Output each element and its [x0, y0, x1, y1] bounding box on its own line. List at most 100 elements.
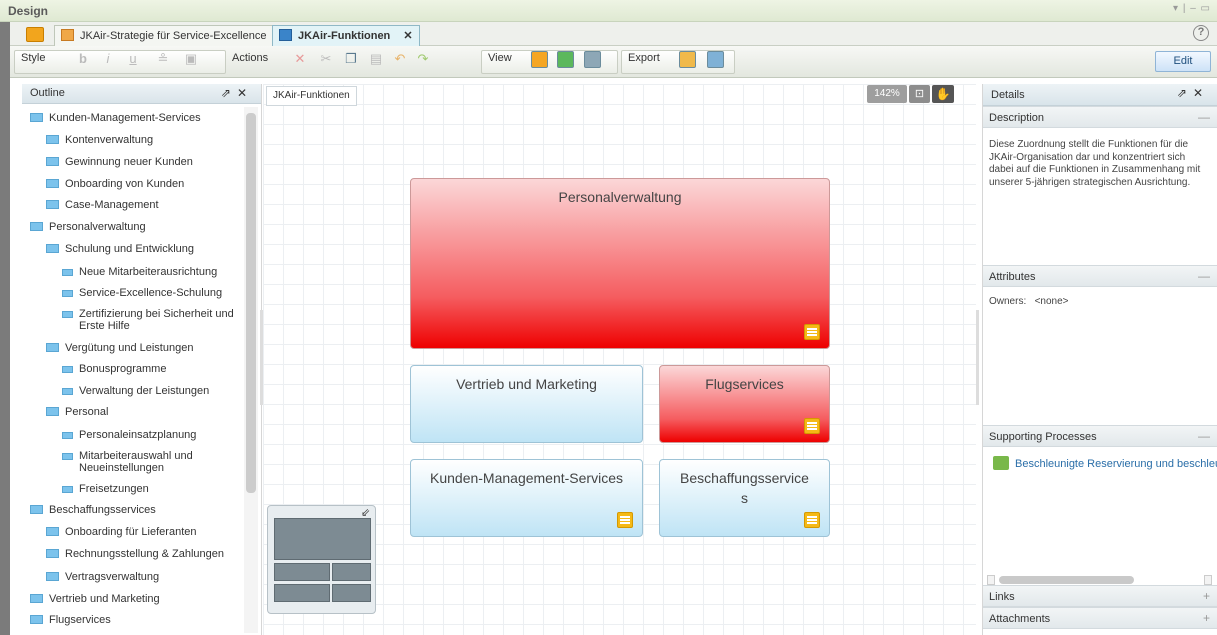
outline-scrollbar-thumb[interactable] — [246, 113, 256, 493]
box-label-wrap: s — [741, 490, 748, 506]
outline-item[interactable]: Case-Management — [46, 199, 159, 211]
close-icon[interactable]: ✕ — [237, 86, 253, 100]
outline-item[interactable]: Personal — [46, 406, 108, 418]
actions-label: Actions — [232, 52, 269, 64]
folder-icon[interactable] — [26, 27, 44, 42]
help-icon[interactable]: ? — [1193, 25, 1209, 41]
attributes-section-header[interactable]: Attributes — — [983, 265, 1217, 287]
box-beschaffungsservices[interactable]: Beschaffungsservice s — [659, 459, 830, 537]
align-icon[interactable]: ≗ — [155, 51, 171, 67]
expand-icon[interactable]: + — [1203, 589, 1210, 603]
outline-item[interactable]: Vertragsverwaltung — [46, 571, 159, 583]
redo-icon[interactable]: ↷ — [415, 51, 431, 67]
box-personalverwaltung[interactable]: Personalverwaltung — [410, 178, 830, 349]
splitter-right[interactable] — [976, 310, 979, 405]
undo-icon[interactable]: ↶ — [392, 51, 408, 67]
outline-item[interactable]: Zertifizierung bei Sicherheit und Erste H… — [62, 308, 234, 332]
tab-functions[interactable]: JKAir-Funktionen ✕ — [272, 25, 420, 46]
outline-item[interactable]: Freisetzungen — [62, 483, 149, 495]
outline-item[interactable]: Bonusprogramme — [62, 363, 166, 375]
box-vertrieb-marketing[interactable]: Vertrieb und Marketing — [410, 365, 643, 443]
outline-item[interactable]: Flugservices — [30, 614, 111, 626]
paste-icon[interactable]: ▤ — [368, 51, 384, 67]
image-icon[interactable]: ▣ — [183, 51, 199, 67]
box-label: Vertrieb und Marketing — [456, 376, 597, 392]
outline-item[interactable]: Vertrieb und Marketing — [30, 593, 160, 605]
edit-button[interactable]: Edit — [1155, 51, 1211, 72]
outline-item[interactable]: Neue Mitarbeiterausrichtung — [62, 266, 217, 278]
scrollbar-thumb[interactable] — [999, 576, 1134, 584]
links-section-header[interactable]: Links + — [983, 585, 1217, 607]
bold-icon[interactable]: b — [75, 51, 91, 67]
box-menu-icon[interactable] — [617, 512, 633, 528]
popout-icon[interactable]: ⇗ — [221, 86, 237, 100]
export-print-icon[interactable] — [707, 51, 724, 68]
window-controls[interactable]: ▾ | – ▭ — [1173, 3, 1211, 14]
function-icon — [62, 453, 73, 460]
outline-item[interactable]: Mitarbeiterauswahl und Neueinstellungen — [62, 450, 193, 474]
scroll-left-icon[interactable] — [987, 575, 995, 585]
outline-item-label: Personaleinsatzplanung — [79, 429, 197, 441]
box-label: Beschaffungsservice — [680, 470, 809, 486]
minimap[interactable]: ⇙ — [267, 505, 376, 614]
outline-item[interactable]: Kunden-Management-Services — [30, 112, 201, 124]
outline-title: Outline — [30, 87, 65, 99]
function-icon — [62, 290, 73, 297]
outline-item[interactable]: Schulung und Entwicklung — [46, 243, 194, 255]
supporting-process-link[interactable]: Beschleunigte Reservierung und beschleu — [993, 456, 1217, 470]
function-icon — [30, 222, 43, 231]
outline-item[interactable]: Onboarding für Lieferanten — [46, 526, 196, 538]
zoom-level[interactable]: 142% — [867, 85, 907, 103]
expand-icon[interactable]: + — [1203, 611, 1210, 625]
tab-strategy[interactable]: JKAir-Strategie für Service-Excellence — [54, 25, 274, 46]
outline-item[interactable]: Personaleinsatzplanung — [62, 429, 196, 441]
description-section-header[interactable]: Description — — [983, 106, 1217, 128]
box-menu-icon[interactable] — [804, 512, 820, 528]
delete-icon[interactable]: ✕ — [292, 51, 308, 67]
outline-item[interactable]: Service-Excellence-Schulung — [62, 287, 222, 299]
collapse-icon[interactable]: — — [1198, 429, 1210, 443]
outline-item[interactable]: Personalverwaltung — [30, 221, 146, 233]
supporting-section-header[interactable]: Supporting Processes — — [983, 425, 1217, 447]
box-flugservices[interactable]: Flugservices — [659, 365, 830, 443]
minimap-block — [332, 584, 371, 602]
outline-item[interactable]: Verwaltung der Leistungen — [62, 385, 209, 397]
pan-hand-icon[interactable]: ✋ — [932, 85, 954, 103]
copy-icon[interactable]: ❐ — [343, 51, 359, 67]
outline-item[interactable]: Onboarding von Kunden — [46, 178, 184, 190]
tab-label: JKAir-Strategie für Service-Excellence — [80, 30, 267, 42]
function-icon — [62, 366, 73, 373]
outline-item-label: Vergütung und Leistungen — [65, 342, 194, 354]
underline-icon[interactable]: u — [125, 51, 141, 67]
export-image-icon[interactable] — [679, 51, 696, 68]
scroll-right-icon[interactable] — [1204, 575, 1212, 585]
attachments-section-header[interactable]: Attachments + — [983, 607, 1217, 629]
close-icon[interactable]: ✕ — [1193, 86, 1209, 100]
italic-icon[interactable]: i — [100, 51, 116, 67]
outline-item[interactable]: Kontenverwaltung — [46, 134, 153, 146]
function-icon — [46, 343, 59, 352]
view-mode-3-icon[interactable] — [584, 51, 601, 68]
outline-item-label: Onboarding für Lieferanten — [65, 526, 197, 538]
function-map-icon — [279, 29, 292, 41]
outline-item-label: Schulung und Entwicklung — [65, 243, 195, 255]
box-menu-icon[interactable] — [804, 324, 820, 340]
collapsed-sidebar-strip[interactable] — [0, 22, 10, 635]
view-mode-2-icon[interactable] — [557, 51, 574, 68]
outline-item[interactable]: Rechnungsstellung & Zahlungen — [46, 548, 224, 560]
outline-item[interactable]: Gewinnung neuer Kunden — [46, 156, 193, 168]
cut-icon[interactable]: ✂ — [318, 51, 334, 67]
outline-item-label: Mitarbeiterauswahl und — [79, 450, 193, 462]
box-kunden-management[interactable]: Kunden-Management-Services — [410, 459, 643, 537]
breadcrumb[interactable]: JKAir-Funktionen — [266, 86, 357, 106]
box-menu-icon[interactable] — [804, 418, 820, 434]
view-mode-1-icon[interactable] — [531, 51, 548, 68]
collapse-icon[interactable]: — — [1198, 269, 1210, 283]
fit-icon[interactable]: ⊡ — [909, 85, 930, 103]
splitter-left[interactable] — [260, 310, 263, 405]
outline-item[interactable]: Vergütung und Leistungen — [46, 342, 193, 354]
popout-icon[interactable]: ⇗ — [1177, 86, 1193, 100]
collapse-icon[interactable]: — — [1198, 110, 1210, 124]
close-icon[interactable]: ✕ — [403, 30, 412, 42]
outline-item[interactable]: Beschaffungsservices — [30, 504, 156, 516]
